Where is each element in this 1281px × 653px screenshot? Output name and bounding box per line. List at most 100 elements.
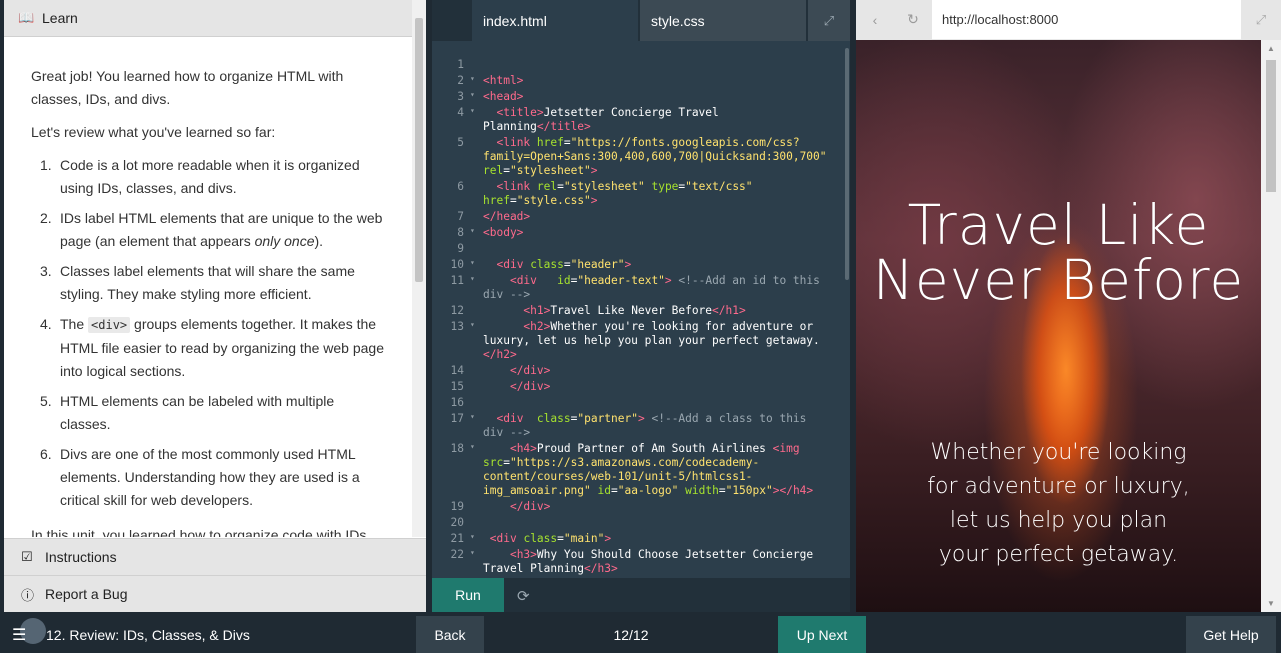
back-arrow-icon[interactable]: ‹	[856, 0, 894, 40]
line-number: 10	[450, 258, 464, 271]
browser-panel: ‹ ↻ http://localhost:8000 ⤢ Travel Like …	[856, 0, 1281, 612]
code-text: <div id="header-text"> <!--Add an id to …	[483, 274, 820, 301]
back-button[interactable]: Back	[416, 616, 484, 653]
tab-spacer	[432, 0, 472, 41]
scrollbar-thumb[interactable]	[1266, 60, 1276, 192]
list-item: 2. IDs label HTML elements that are uniqu…	[40, 210, 383, 249]
list-item: 1. Code is a lot more readable when it is…	[40, 157, 360, 196]
expand-icon[interactable]: ⤢	[1241, 0, 1281, 40]
code-text: <title>Jetsetter Concierge Travel Planni…	[483, 106, 719, 133]
refresh-icon[interactable]: ↻	[894, 0, 932, 40]
line-number: 2	[457, 74, 464, 87]
checkbox-icon: ☑	[21, 549, 33, 564]
fold-arrow-icon[interactable]: ▾	[470, 442, 475, 451]
intro-paragraph: Great job! You learned how to organize H…	[31, 68, 344, 107]
inline-code: <div>	[88, 317, 131, 333]
line-number: 21	[450, 532, 464, 545]
line-number: 6	[457, 180, 464, 193]
run-button[interactable]: Run	[432, 578, 504, 612]
expand-icon[interactable]: ⤢	[808, 0, 850, 41]
progress-indicator: 12/12	[613, 627, 649, 643]
menu-icon[interactable]: ☰	[12, 625, 32, 645]
line-number: 18	[450, 442, 464, 455]
tab-index-html[interactable]: index.html	[472, 0, 638, 41]
learn-panel: 📖 Learn Great job! You learned how to or…	[4, 0, 426, 612]
line-number: 16	[450, 396, 464, 409]
line-number: 11	[450, 274, 464, 287]
url-bar[interactable]: http://localhost:8000	[932, 12, 1241, 27]
reset-icon[interactable]: ⟳	[517, 587, 530, 605]
report-bug-button[interactable]: ⓘ Report a Bug	[4, 575, 426, 612]
code-text: </div>	[509, 380, 551, 393]
list-item: 5. HTML elements can be labeled with mult…	[40, 393, 335, 432]
line-number: 1	[457, 58, 464, 71]
review-intro: Let's review what you've learned so far:	[31, 124, 276, 140]
line-number: 19	[450, 500, 464, 513]
line-number: 20	[450, 516, 464, 529]
fold-arrow-icon[interactable]: ▾	[470, 320, 475, 329]
fold-arrow-icon[interactable]: ▾	[470, 412, 475, 421]
fold-arrow-icon[interactable]: ▾	[470, 258, 475, 267]
scroll-down-icon[interactable]: ▼	[1267, 599, 1275, 608]
fold-arrow-icon[interactable]: ▾	[470, 106, 475, 115]
editor-tabs: index.html style.css ⤢	[432, 0, 850, 41]
outro-paragraph: In this unit, you learned how to organiz…	[31, 527, 371, 537]
line-number: 12	[450, 304, 464, 317]
preview-subheading: Whether you're looking for adventure or …	[927, 440, 1190, 567]
line-number: 9	[457, 242, 464, 255]
up-next-button[interactable]: Up Next	[778, 616, 866, 653]
line-number: 13	[450, 320, 464, 333]
code-editor: index.html style.css ⤢ 1 2 ▾ <html> 3 ▾ <head>…	[432, 0, 850, 612]
line-number: 4	[457, 106, 464, 119]
code-area[interactable]: 1 2 ▾ <html> 3 ▾ <head> 4 ▾ <title>Jetsetter Con…	[432, 41, 850, 578]
fold-arrow-icon[interactable]: ▾	[470, 532, 475, 541]
fold-arrow-icon[interactable]: ▾	[470, 74, 475, 83]
list-item: 6. Divs are one of the most commonly used…	[40, 446, 360, 508]
code-text: <body>	[483, 226, 524, 239]
review-list: 1. Code is a lot more readable when it is…	[31, 154, 390, 512]
book-icon: 📖	[18, 10, 35, 25]
line-number: 17	[450, 412, 464, 425]
line-number: 5	[457, 136, 464, 149]
learn-header-label: Learn	[42, 10, 78, 26]
code-text: <div class="header">	[496, 258, 632, 271]
code-text: </head>	[483, 210, 531, 223]
learn-content: Great job! You learned how to organize H…	[4, 37, 408, 537]
preview-scrollbar[interactable]: ▲ ▼	[1261, 40, 1281, 612]
code-text: <div class="partner"> <!--Add a class to…	[483, 412, 807, 439]
list-item: 4. The <div> groups elements together. It…	[40, 316, 384, 379]
code-text: <link rel="stylesheet" type="text/css" h…	[483, 180, 753, 207]
list-item: 3. Classes label elements that will share…	[40, 263, 355, 302]
line-number: 15	[450, 380, 464, 393]
instructions-button[interactable]: ☑ Instructions	[4, 538, 426, 575]
scroll-up-icon[interactable]: ▲	[1267, 44, 1275, 53]
line-number: 8	[457, 226, 464, 239]
fold-arrow-icon[interactable]: ▾	[470, 274, 475, 283]
line-number: 7	[457, 210, 464, 223]
line-number: 3	[457, 90, 464, 103]
code-text: <div class="main">	[489, 532, 612, 545]
code-text: <head>	[483, 90, 524, 103]
code-text: <h3>Why You Should Choose Jetsetter Conc…	[483, 548, 814, 575]
code-scrollbar[interactable]	[845, 48, 849, 280]
bottom-nav: ☰ 12. Review: IDs, Classes, & Divs Back …	[0, 616, 1281, 653]
code-text: </div>	[509, 364, 551, 377]
tab-style-css[interactable]: style.css	[640, 0, 806, 41]
scrollbar-thumb[interactable]	[415, 18, 423, 282]
learn-header[interactable]: 📖 Learn	[4, 0, 426, 37]
code-text: </div>	[509, 500, 551, 513]
browser-bar: ‹ ↻ http://localhost:8000 ⤢	[856, 0, 1281, 40]
code-text: <h4>Proud Partner of Am South Airlines <…	[483, 442, 814, 497]
get-help-button[interactable]: Get Help	[1186, 616, 1276, 653]
lesson-title: 12. Review: IDs, Classes, & Divs	[46, 627, 250, 643]
code-text: <link href="https://fonts.googleapis.com…	[483, 136, 827, 177]
fold-arrow-icon[interactable]: ▾	[470, 226, 475, 235]
fold-arrow-icon[interactable]: ▾	[470, 90, 475, 99]
code-text: <h2>Whether you're looking for adventure…	[483, 320, 820, 361]
preview-heading: Travel Like Never Before	[872, 193, 1245, 312]
run-bar: Run ⟳	[432, 578, 850, 612]
fold-arrow-icon[interactable]: ▾	[470, 548, 475, 557]
code-text: <html>	[483, 74, 524, 87]
learn-scrollbar[interactable]	[412, 0, 426, 537]
code-text: <h1>Travel Like Never Before</h1>	[523, 304, 746, 317]
